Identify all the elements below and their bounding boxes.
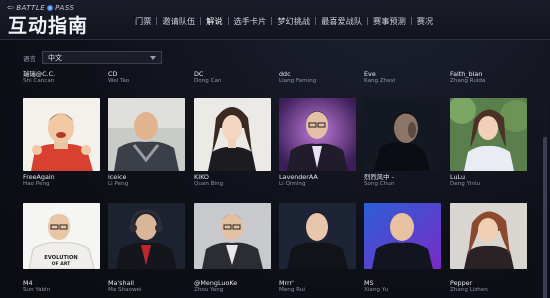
caster-card[interactable]: Faith_bian Zhang Ruida xyxy=(450,70,528,85)
caster-photo[interactable] xyxy=(108,98,185,171)
language-label: 语言 xyxy=(23,54,36,63)
caster-nickname: FreeAgain xyxy=(23,173,55,181)
caster-real-name: Deng Yinlu xyxy=(450,181,481,187)
caster-card[interactable]: KIKO Quan Bing xyxy=(194,98,272,190)
nav-item-player-cards[interactable]: 选手卡片 xyxy=(229,15,272,27)
page-title: 互动指南 xyxy=(8,15,89,37)
caster-nickname: Faith_bian xyxy=(450,70,483,78)
caster-nickname: ddc xyxy=(279,70,291,78)
scrollbar[interactable] xyxy=(543,45,547,298)
caster-nickname: M4 xyxy=(23,279,33,287)
caster-card[interactable]: FreeAgain Hao Peng xyxy=(23,98,101,190)
caster-card[interactable]: iceice Li Peng xyxy=(108,98,186,190)
caster-card[interactable]: LavenderAA Li Qiming xyxy=(279,98,357,190)
caster-photo[interactable] xyxy=(194,203,271,269)
caster-nickname: 瑞瑞@C.C. xyxy=(23,70,56,78)
language-value: 中文 xyxy=(48,53,62,62)
caster-real-name: Wei Tao xyxy=(108,78,130,84)
nav-item-fantasy-challenge[interactable]: 梦幻挑战 xyxy=(272,15,315,27)
caster-nickname: LuLu xyxy=(450,173,465,181)
caster-real-name: Hao Peng xyxy=(23,181,50,187)
caster-card[interactable]: Pepper Zhang Lizhen xyxy=(450,203,528,298)
caster-photo[interactable] xyxy=(450,203,527,269)
shirt-text: OF ART xyxy=(52,261,72,267)
caster-card[interactable]: Ma'shall Ma Shaowei xyxy=(108,203,186,298)
caster-nickname: Eve xyxy=(364,70,376,78)
caster-photo[interactable] xyxy=(450,98,527,171)
scrollbar-thumb[interactable] xyxy=(543,137,547,298)
caster-nickname: iceice xyxy=(108,173,127,181)
caster-real-name: Shi Cancan xyxy=(23,78,55,84)
chevron-down-icon xyxy=(150,55,156,60)
caster-photo[interactable]: EVOLUTION OF ART xyxy=(23,203,100,269)
caster-card[interactable]: LuLu Deng Yinlu xyxy=(450,98,528,190)
caster-real-name: Zhang Ruida xyxy=(450,78,486,84)
caster-card[interactable]: 烈烈风中 - Song Chun xyxy=(364,98,442,190)
caster-nickname: DC xyxy=(194,70,204,78)
caster-photo[interactable] xyxy=(279,203,356,269)
caster-real-name: Sun Yabin xyxy=(23,287,51,293)
caster-photo[interactable] xyxy=(194,98,271,171)
caster-real-name: Dong Can xyxy=(194,78,222,84)
caster-real-name: Kang Zhexi xyxy=(364,78,396,84)
nav-item-predictions[interactable]: 赛事预测 xyxy=(368,15,411,27)
nav-item-casters[interactable]: 解说 xyxy=(201,15,227,27)
caster-nickname: CD xyxy=(108,70,118,78)
caster-photo[interactable] xyxy=(23,98,100,171)
caster-nickname: Mrrr' xyxy=(279,279,294,287)
caster-real-name: Ma Shaowei xyxy=(108,287,142,293)
nav-item-match-status[interactable]: 赛况 xyxy=(412,15,438,27)
page: ⇦ BATTLE PASS 互动指南 门票 邀请队伍 解说 选手卡片 梦幻挑战 … xyxy=(0,0,550,298)
caster-card[interactable]: MS Xiang Yu xyxy=(364,203,442,298)
caster-photo[interactable] xyxy=(279,98,356,171)
caster-card[interactable]: 瑞瑞@C.C. Shi Cancan xyxy=(23,70,101,85)
shirt-text: EVOLUTION xyxy=(44,255,77,261)
caster-nickname: MS xyxy=(364,279,374,287)
caster-nickname: Ma'shall xyxy=(108,279,135,287)
caster-real-name: Zhou Yang xyxy=(194,287,224,293)
caster-real-name: Quan Bing xyxy=(194,181,224,187)
caster-card[interactable]: EVOLUTION OF ART M4 Sun Yabin xyxy=(23,203,101,298)
caster-card[interactable]: DC Dong Can xyxy=(194,70,272,85)
caster-photo[interactable] xyxy=(108,203,185,269)
caster-card[interactable]: @MengLuoKe Zhou Yang xyxy=(194,203,272,298)
caster-nickname: @MengLuoKe xyxy=(194,279,238,287)
caster-real-name: Li Peng xyxy=(108,181,129,187)
caster-nickname: LavenderAA xyxy=(279,173,318,181)
nav-item-tickets[interactable]: 门票 xyxy=(130,15,156,27)
nav-item-favorite-team[interactable]: 最喜爱战队 xyxy=(316,15,367,27)
header: ⇦ BATTLE PASS 互动指南 门票 邀请队伍 解说 选手卡片 梦幻挑战 … xyxy=(0,0,550,40)
top-nav: 门票 邀请队伍 解说 选手卡片 梦幻挑战 最喜爱战队 赛事预测 赛况 xyxy=(130,14,438,28)
caster-nickname: Pepper xyxy=(450,279,473,287)
language-picker: 语言 中文 xyxy=(23,51,162,64)
caster-nickname: KIKO xyxy=(194,173,209,181)
caster-real-name: Li Qiming xyxy=(279,181,306,187)
language-select[interactable]: 中文 xyxy=(42,51,162,64)
caster-real-name: Song Chun xyxy=(364,181,395,187)
battle-pass-gem-icon xyxy=(47,4,54,11)
caster-photo[interactable] xyxy=(364,203,441,269)
caster-card[interactable]: CD Wei Tao xyxy=(108,70,186,85)
caster-real-name: Zhang Lizhen xyxy=(450,287,488,293)
caster-photo[interactable] xyxy=(364,98,441,171)
caster-card[interactable]: Eve Kang Zhexi xyxy=(364,70,442,85)
caster-card[interactable]: ddc Liang Faming xyxy=(279,70,357,85)
caster-real-name: Liang Faming xyxy=(279,78,317,84)
caster-nickname: 烈烈风中 - xyxy=(364,173,394,181)
caster-card[interactable]: Mrrr' Meng Rui xyxy=(279,203,357,298)
caster-real-name: Meng Rui xyxy=(279,287,305,293)
nav-item-invited-teams[interactable]: 邀请队伍 xyxy=(157,15,200,27)
caster-real-name: Xiang Yu xyxy=(364,287,389,293)
